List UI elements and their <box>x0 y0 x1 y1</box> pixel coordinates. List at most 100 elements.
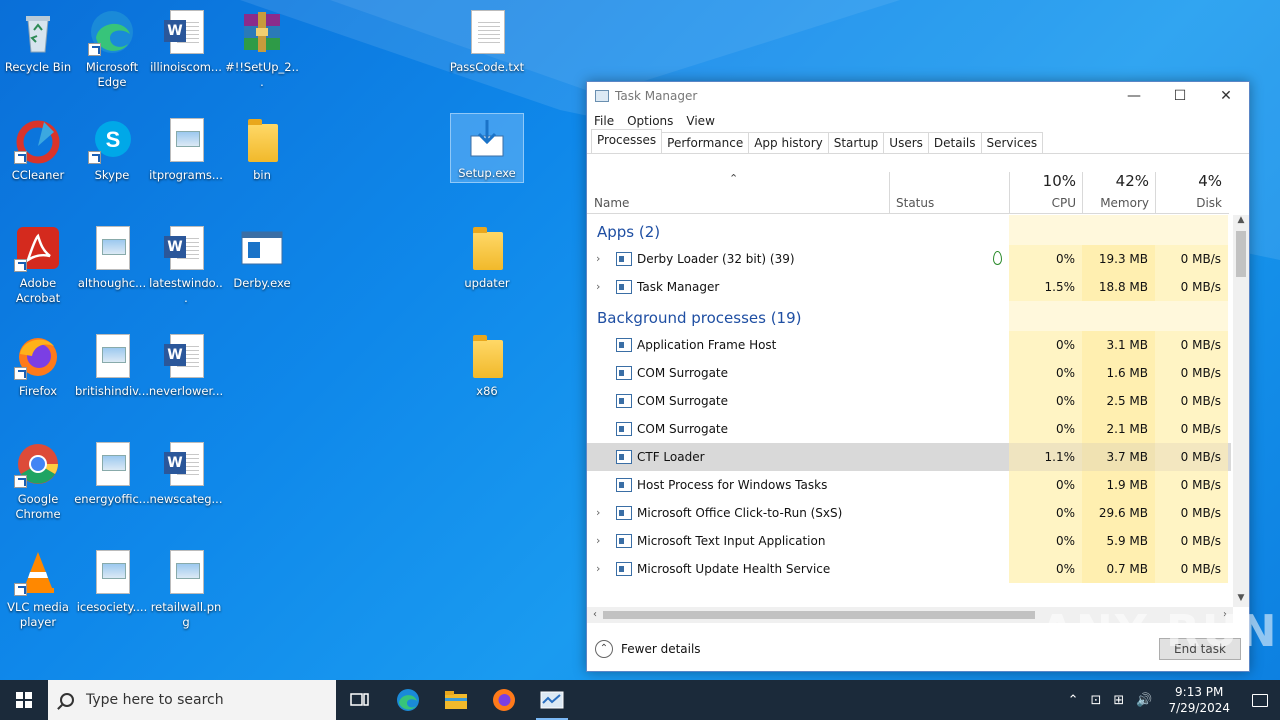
window-title: Task Manager <box>615 89 698 103</box>
title-bar[interactable]: Task Manager — ☐ ✕ <box>587 82 1249 110</box>
desktop-icon-skype[interactable]: S Skype <box>74 116 150 183</box>
expand-chevron-icon[interactable]: › <box>596 506 600 519</box>
desktop-icon-icesociety[interactable]: icesociety.... <box>74 548 150 615</box>
minimize-button[interactable]: — <box>1111 82 1157 110</box>
expand-chevron-icon[interactable]: › <box>596 534 600 547</box>
menu-view[interactable]: View <box>686 114 714 128</box>
column-cpu[interactable]: 10% CPU <box>1009 172 1082 214</box>
clock[interactable]: 9:13 PM 7/29/2024 <box>1168 684 1230 716</box>
end-task-button[interactable]: End task <box>1159 638 1241 660</box>
scroll-up-icon[interactable]: ▲ <box>1233 215 1249 229</box>
expand-chevron-icon[interactable]: › <box>596 280 600 293</box>
process-row[interactable]: CTF Loader 1.1% 3.7 MB 0 MB/s <box>587 443 1231 471</box>
close-button[interactable]: ✕ <box>1203 82 1249 110</box>
taskbar-search[interactable]: Type here to search <box>48 680 336 720</box>
acrobat-icon <box>14 224 62 272</box>
tab-processes[interactable]: Processes <box>591 129 663 153</box>
tab-startup[interactable]: Startup <box>827 132 885 153</box>
menu-options[interactable]: Options <box>627 114 673 128</box>
desktop-icon-illinoiscom[interactable]: W illinoiscom... <box>148 8 224 75</box>
notification-center-button[interactable] <box>1240 680 1280 720</box>
column-memory[interactable]: 42% Memory <box>1082 172 1155 214</box>
desktop-icon-derby-exe[interactable]: Derby.exe <box>224 224 300 291</box>
process-row[interactable]: Host Process for Windows Tasks 0% 1.9 MB 0 … <box>587 471 1231 499</box>
desktop-icon-label: Microsoft Edge <box>85 60 139 89</box>
desktop-icon-latestwindo[interactable]: W latestwindo... <box>148 224 224 306</box>
network-icon[interactable]: ⊞ <box>1113 693 1124 708</box>
desktop-icon-bin-folder[interactable]: bin <box>224 116 300 183</box>
column-status[interactable]: Status <box>889 172 1009 214</box>
horizontal-scrollbar[interactable]: ‹ › <box>587 607 1233 623</box>
desktop-icon-retailwall[interactable]: retailwall.png <box>148 548 224 630</box>
image-file-icon <box>162 116 210 164</box>
desktop-icon-itprograms[interactable]: itprograms... <box>148 116 224 183</box>
scroll-thumb[interactable] <box>1236 231 1246 277</box>
vertical-scrollbar[interactable]: ▲ ▼ <box>1233 215 1249 607</box>
process-row[interactable]: COM Surrogate 0% 2.1 MB 0 MB/s <box>587 415 1231 443</box>
maximize-button[interactable]: ☐ <box>1157 82 1203 110</box>
task-view-button[interactable] <box>336 680 384 720</box>
desktop-icon-passcode[interactable]: PassCode.txt <box>449 8 525 75</box>
desktop-icon-updater-folder[interactable]: updater <box>449 224 525 291</box>
word-doc-icon: W <box>162 224 210 272</box>
process-row[interactable]: › Microsoft Text Input Application 0% 5.9 M… <box>587 527 1231 555</box>
scroll-left-icon[interactable]: ‹ <box>587 607 603 623</box>
volume-icon[interactable]: 🔊 <box>1136 693 1152 708</box>
process-row[interactable]: › Derby Loader (32 bit) (39) 0% 19.3 MB 0 MB… <box>587 245 1231 273</box>
desktop-icon-label: itprograms... <box>149 168 223 182</box>
expand-chevron-icon[interactable]: › <box>596 562 600 575</box>
tab-details[interactable]: Details <box>927 132 982 153</box>
desktop-icon-chrome[interactable]: Google Chrome <box>0 440 76 522</box>
process-row[interactable]: › Microsoft Office Click-to-Run (SxS) 0% 29… <box>587 499 1231 527</box>
tab-app-history[interactable]: App history <box>748 132 829 153</box>
desktop-icon-britishindiv[interactable]: britishindiv... <box>74 332 150 399</box>
process-row[interactable]: › Task Manager 1.5% 18.8 MB 0 MB/s <box>587 273 1231 301</box>
disk-cell: 0 MB/s <box>1155 359 1228 387</box>
windows-logo-icon <box>16 692 32 708</box>
desktop-icon-neverlower[interactable]: W neverlower... <box>148 332 224 399</box>
scroll-right-icon[interactable]: › <box>1217 607 1233 623</box>
process-row[interactable]: › Microsoft Update Health Service 0% 0.7 MB… <box>587 555 1231 583</box>
desktop-icon-newscateg[interactable]: W newscateg... <box>148 440 224 507</box>
desktop-icon-energyoffic[interactable]: energyoffic... <box>74 440 150 507</box>
cpu-cell: 0% <box>1009 527 1082 555</box>
process-row[interactable]: COM Surrogate 0% 1.6 MB 0 MB/s <box>587 359 1231 387</box>
cpu-cell: 0% <box>1009 331 1082 359</box>
taskbar-edge[interactable] <box>384 680 432 720</box>
shortcut-arrow-icon <box>14 583 27 596</box>
desktop-icon-label: althoughc... <box>77 276 147 290</box>
desktop-icon-setup-exe[interactable]: Setup.exe <box>450 113 524 183</box>
show-hidden-icons-chevron-icon[interactable]: ⌃ <box>1068 693 1079 708</box>
desktop-icon-edge[interactable]: Microsoft Edge <box>74 8 150 90</box>
image-file-icon <box>88 440 136 488</box>
disk-cell: 0 MB/s <box>1155 471 1228 499</box>
scroll-down-icon[interactable]: ▼ <box>1233 593 1249 607</box>
desktop-icon-vlc[interactable]: VLC media player <box>0 548 76 630</box>
desktop-icon-ccleaner[interactable]: CCleaner <box>0 116 76 183</box>
desktop-icon-recycle-bin[interactable]: Recycle Bin <box>0 8 76 75</box>
column-disk[interactable]: 4% Disk <box>1155 172 1228 214</box>
process-list[interactable]: Apps (2) › Derby Loader (32 bit) (39) 0% 19.… <box>587 215 1231 607</box>
desktop-icon-firefox[interactable]: Firefox <box>0 332 76 399</box>
tab-users[interactable]: Users <box>883 132 929 153</box>
cpu-label: CPU <box>1051 196 1076 210</box>
process-row[interactable]: Application Frame Host 0% 3.1 MB 0 MB/s <box>587 331 1231 359</box>
task-manager-window[interactable]: Task Manager — ☐ ✕ File Options View Pro… <box>586 81 1250 672</box>
taskbar-firefox[interactable] <box>480 680 528 720</box>
desktop-icon-acrobat[interactable]: Adobe Acrobat <box>0 224 76 306</box>
desktop-icon-althoughc[interactable]: althoughc... <box>74 224 150 291</box>
taskbar-task-manager[interactable] <box>528 680 576 720</box>
expand-chevron-icon[interactable]: › <box>596 252 600 265</box>
desktop-icon-x86-folder[interactable]: x86 <box>449 332 525 399</box>
tab-performance[interactable]: Performance <box>661 132 750 153</box>
hscroll-thumb[interactable] <box>603 611 1035 619</box>
usb-device-icon[interactable]: ⊡ <box>1090 693 1101 708</box>
tab-services[interactable]: Services <box>980 132 1044 153</box>
menu-file[interactable]: File <box>594 114 614 128</box>
process-row[interactable]: COM Surrogate 0% 2.5 MB 0 MB/s <box>587 387 1231 415</box>
taskbar-file-explorer[interactable] <box>432 680 480 720</box>
desktop-icon-setup-archive[interactable]: #!!SetUp_2... <box>224 8 300 90</box>
column-name[interactable]: Name <box>587 172 889 214</box>
start-button[interactable] <box>0 680 48 720</box>
fewer-details-button[interactable]: ⌃ Fewer details <box>595 640 701 658</box>
